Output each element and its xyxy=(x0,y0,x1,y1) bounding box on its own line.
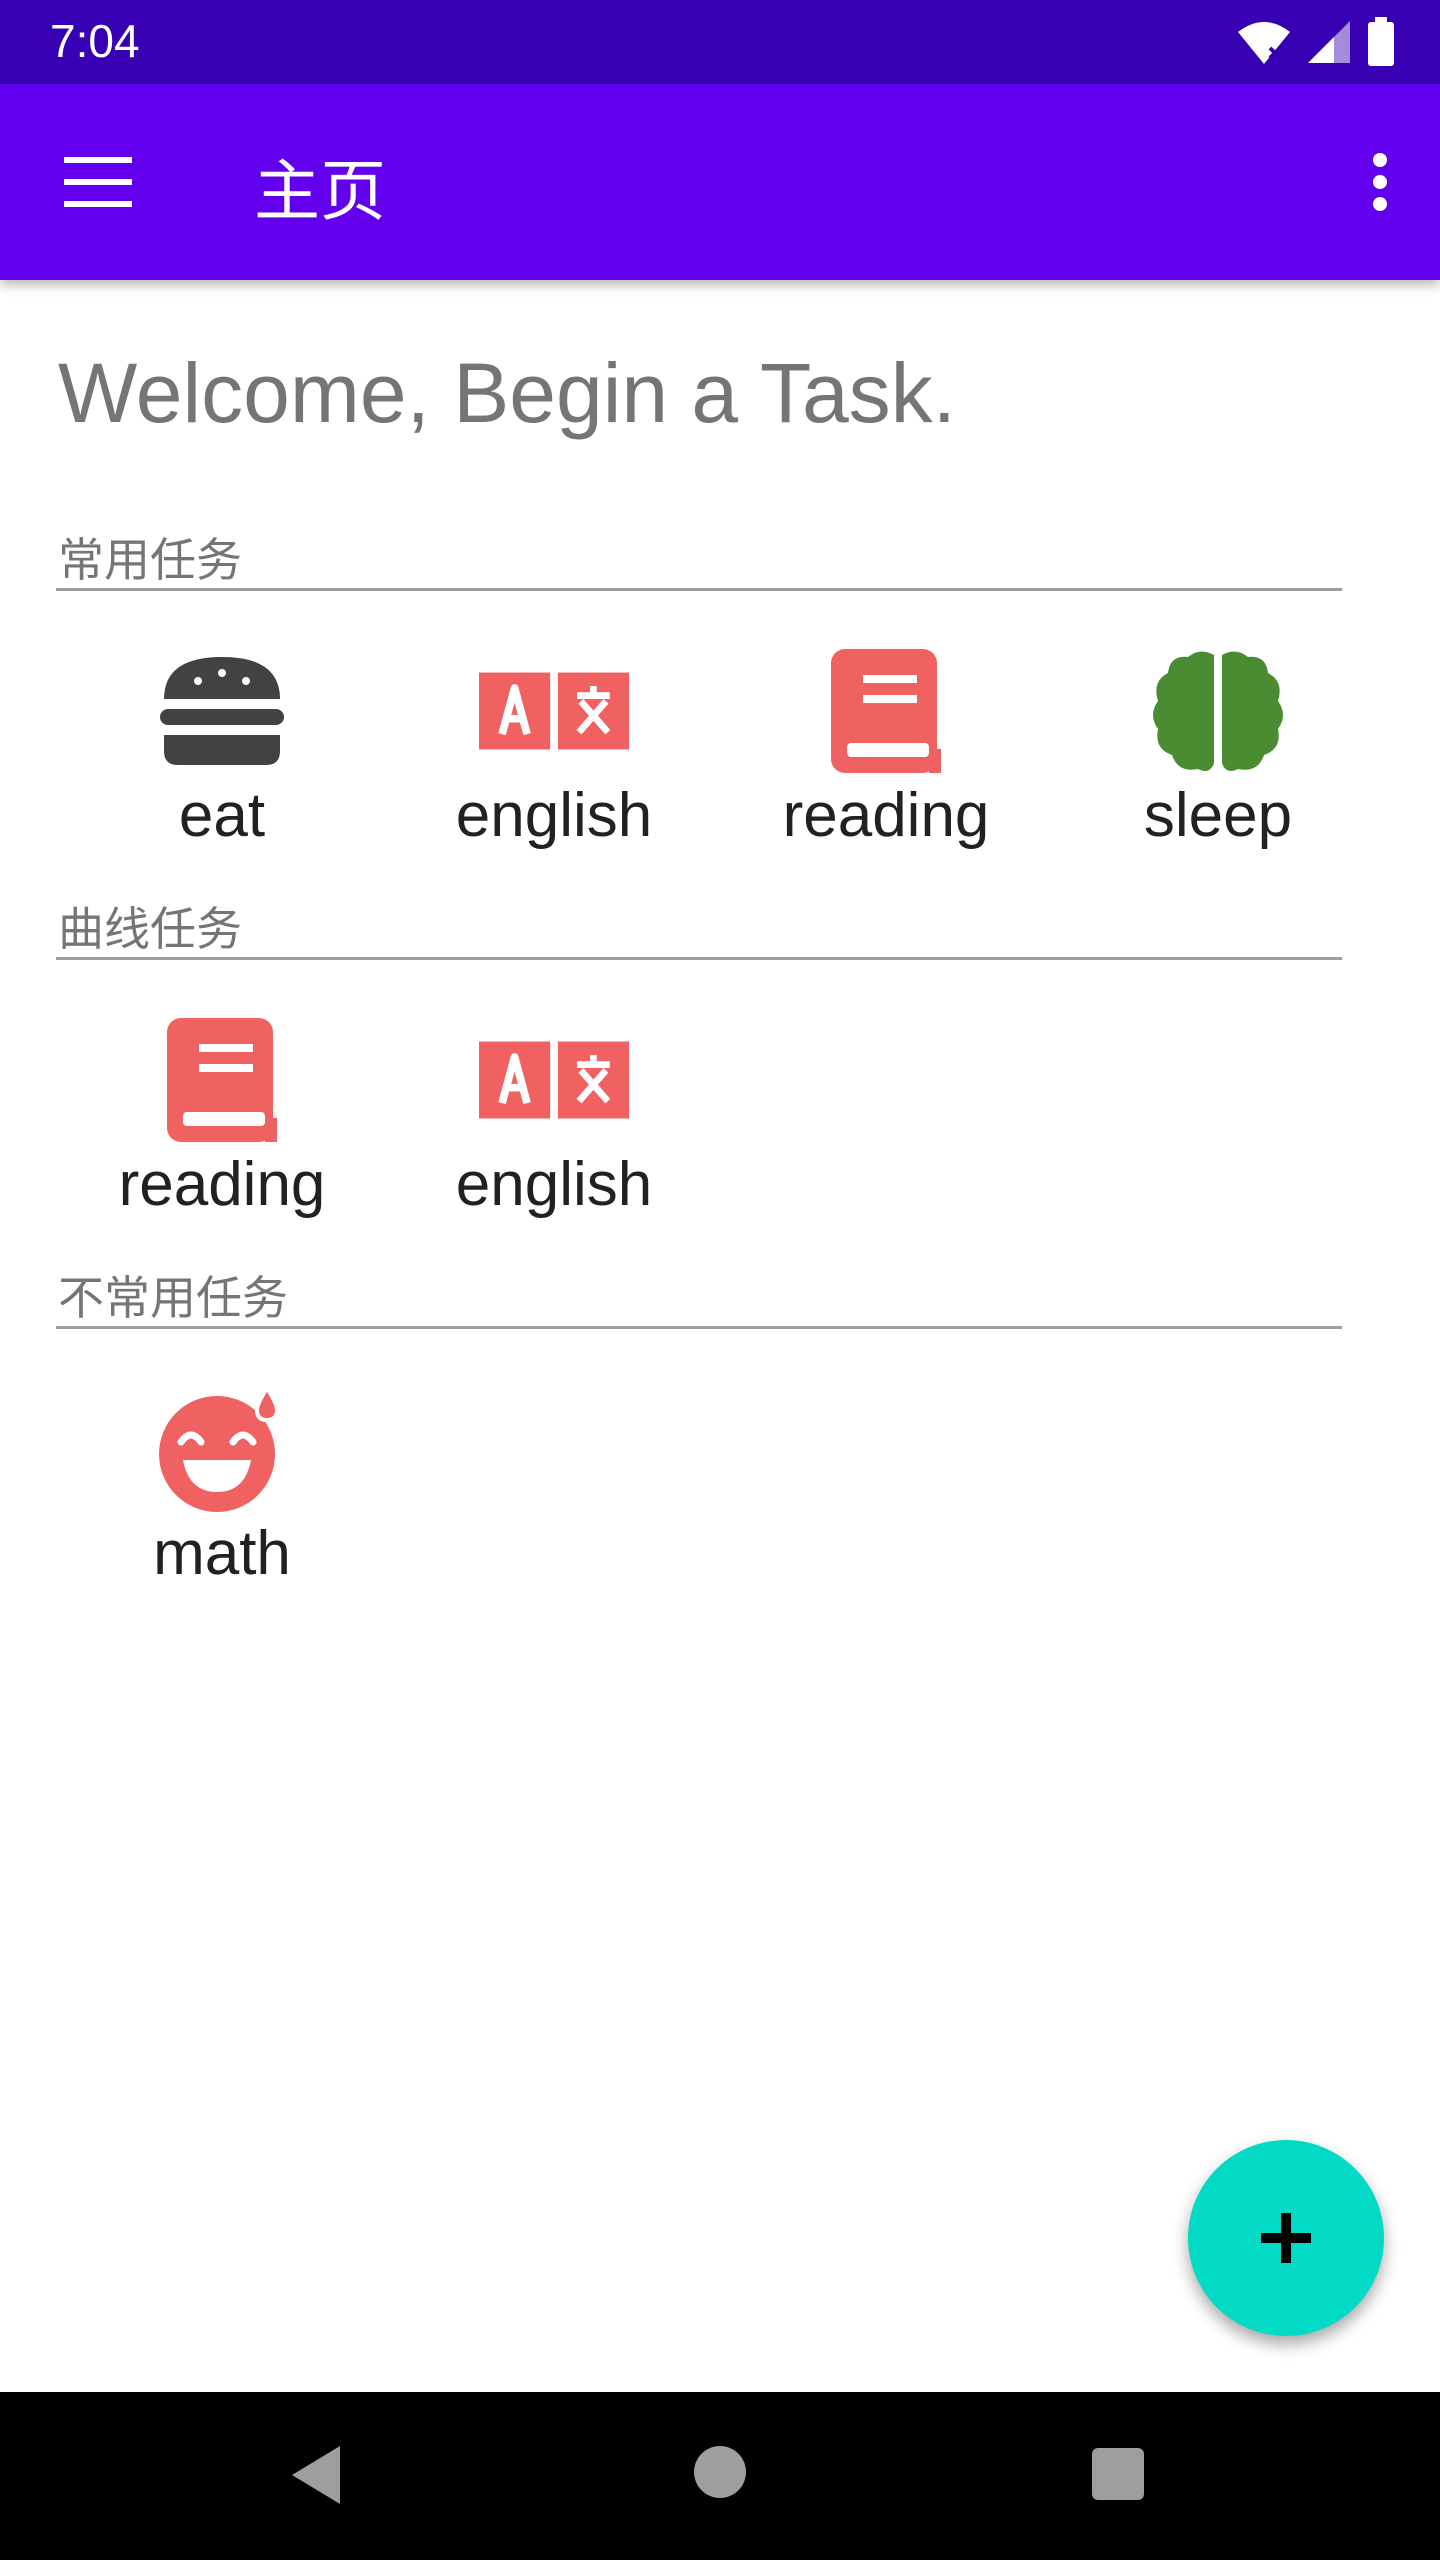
translate-icon xyxy=(479,1005,629,1155)
section-title-infrequent: 不常用任务 xyxy=(58,1271,288,1325)
nav-back-icon[interactable] xyxy=(286,2442,346,2508)
hamburger-icon xyxy=(147,636,297,786)
translate-icon xyxy=(479,636,629,786)
system-navigation-bar xyxy=(0,2392,1440,2560)
task-label: reading xyxy=(782,781,990,850)
wifi-icon xyxy=(1238,22,1290,64)
status-bar: 7:04 xyxy=(0,0,1440,84)
task-item-english[interactable]: english xyxy=(404,1005,704,1245)
status-time: 7:04 xyxy=(50,15,140,67)
task-item-math[interactable]: math xyxy=(72,1374,372,1614)
hamburger-menu-icon xyxy=(64,157,132,207)
task-label: math xyxy=(153,1519,291,1588)
page-title: 主页 xyxy=(254,153,386,230)
section-divider xyxy=(56,1326,1342,1329)
section-divider xyxy=(56,957,1342,960)
task-item-sleep[interactable]: sleep xyxy=(1068,636,1368,876)
task-label: reading xyxy=(118,1150,326,1219)
book-icon xyxy=(811,636,961,786)
task-item-reading[interactable]: reading xyxy=(72,1005,372,1245)
plus-icon xyxy=(1261,2213,1311,2263)
section-title-curve: 曲线任务 xyxy=(58,902,242,956)
task-item-english[interactable]: english xyxy=(404,636,704,876)
task-label: eat xyxy=(178,781,266,850)
status-icons xyxy=(1236,16,1396,68)
task-item-reading[interactable]: reading xyxy=(736,636,1036,876)
book-icon xyxy=(147,1005,297,1155)
brain-icon xyxy=(1143,636,1293,786)
menu-button[interactable] xyxy=(40,140,156,224)
task-item-eat[interactable]: eat xyxy=(72,636,372,876)
add-task-button[interactable] xyxy=(1188,2140,1384,2336)
section-divider xyxy=(56,588,1342,591)
nav-recents-icon[interactable] xyxy=(1092,2448,1144,2500)
sweat-smile-icon xyxy=(147,1374,297,1524)
nav-home-icon[interactable] xyxy=(694,2446,746,2498)
section-title-frequent: 常用任务 xyxy=(58,533,242,587)
cell-signal-icon xyxy=(1308,21,1350,63)
task-label: english xyxy=(455,781,653,850)
task-label: sleep xyxy=(1143,781,1293,850)
app-bar: 主页 xyxy=(0,84,1440,280)
battery-icon xyxy=(1368,17,1394,66)
welcome-heading: Welcome, Begin a Task. xyxy=(58,346,956,440)
more-options-button[interactable] xyxy=(1340,134,1420,230)
more-vert-icon xyxy=(1373,153,1387,211)
task-label: english xyxy=(455,1150,653,1219)
